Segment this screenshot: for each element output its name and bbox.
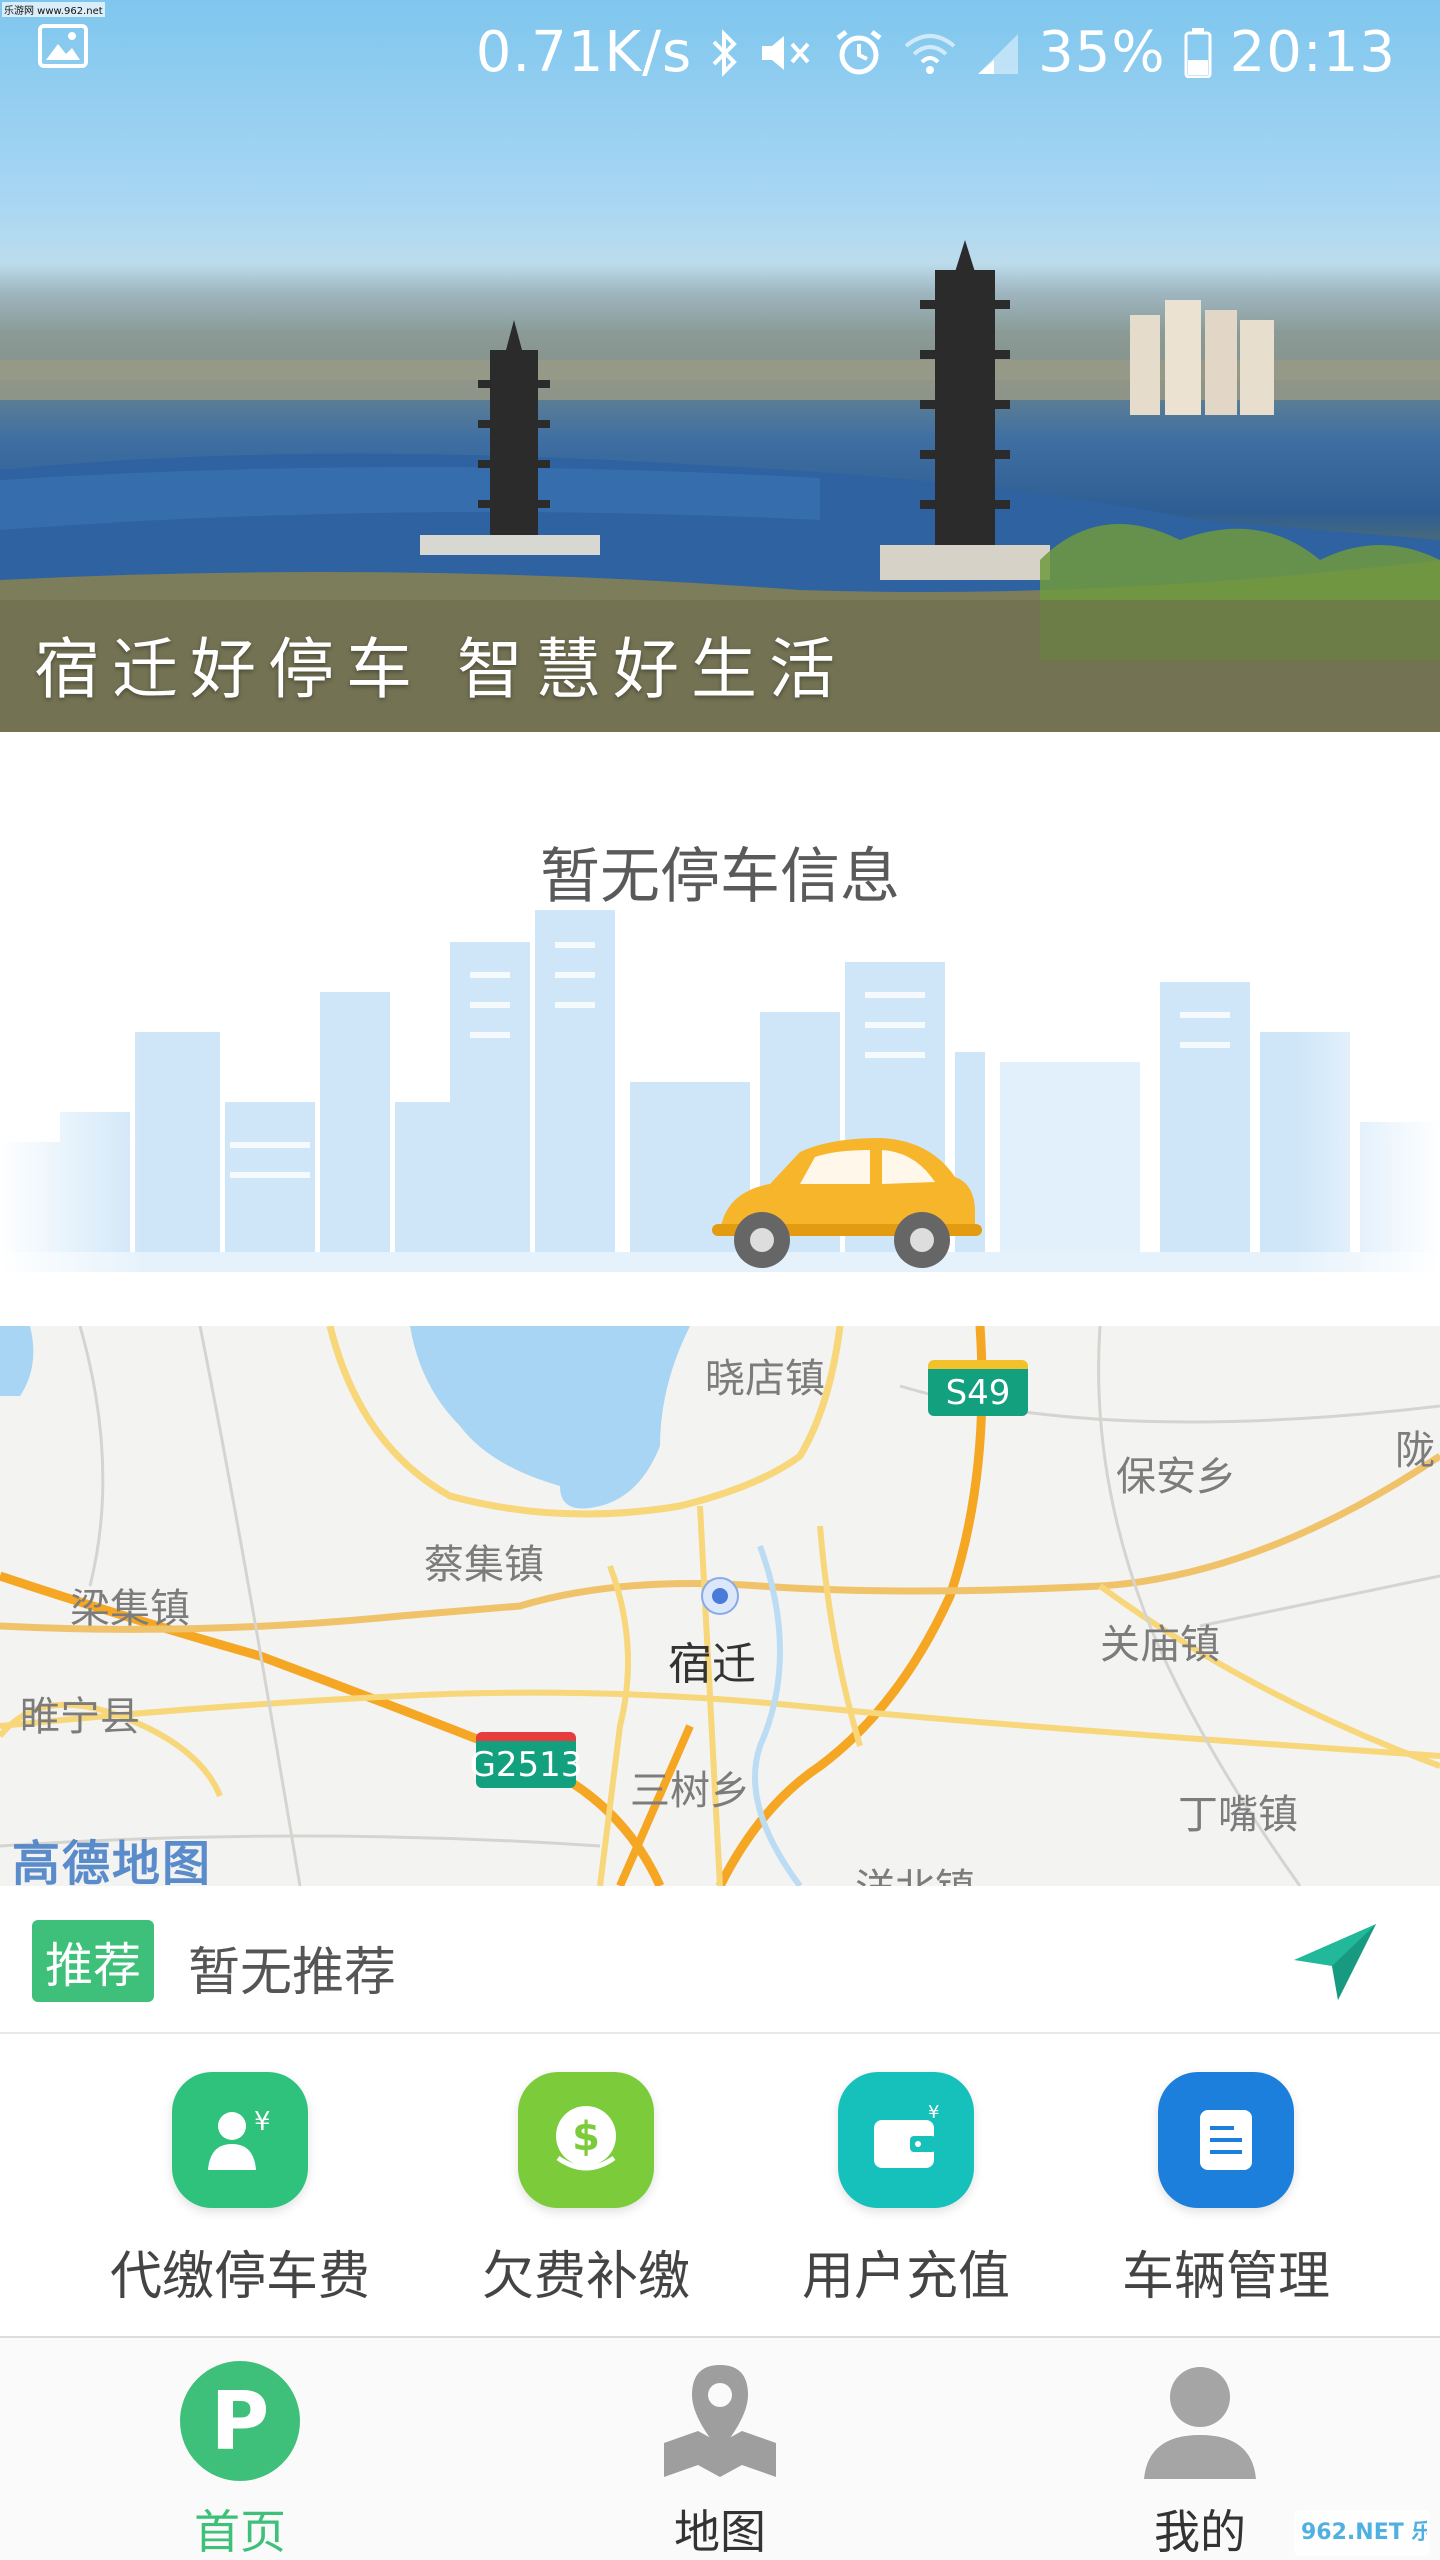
document-icon <box>1158 2072 1294 2208</box>
road-badge-g2513: G2513 <box>470 1732 582 1788</box>
map-label-sanshu: 三树乡 <box>630 1768 750 1814</box>
map-label-xiaodian: 晓店镇 <box>705 1356 825 1402</box>
map-label-baoan: 保安乡 <box>1116 1454 1236 1500</box>
watermark-bottom-right: 962.NET 乐游网 <box>1294 2510 1430 2556</box>
quick-actions: ¥ 代缴停车费 $ 欠费补缴 ¥ 用户充值 车辆管理 <box>0 2034 1440 2336</box>
amap-logo: 高德地图 <box>12 1836 213 1886</box>
user-icon <box>1135 2356 1265 2486</box>
tab-mine[interactable]: 我的 <box>1080 2356 1320 2560</box>
map-pin-icon <box>655 2356 785 2486</box>
action-label: 用户充值 <box>801 2247 1010 2307</box>
navigate-send-icon[interactable] <box>1290 1920 1380 2004</box>
tab-label: 首页 <box>194 2505 286 2559</box>
gallery-icon <box>38 24 88 68</box>
parking-status-section: 暂无停车信息 <box>0 732 1440 1326</box>
dollar-coin-icon: $ <box>518 2072 654 2208</box>
action-pay-parking[interactable]: ¥ 代缴停车费 <box>90 2072 390 2309</box>
action-label: 欠费补缴 <box>481 2247 690 2307</box>
map-label-suining: 睢宁县 <box>20 1694 140 1740</box>
svg-text:P: P <box>211 2375 270 2468</box>
status-time: 20:13 <box>1229 20 1396 85</box>
svg-text:¥: ¥ <box>254 2107 271 2137</box>
action-label: 代缴停车费 <box>109 2247 370 2307</box>
action-vehicle-management[interactable]: 车辆管理 <box>1076 2072 1376 2309</box>
parking-icon: P <box>175 2356 305 2486</box>
bottom-tab-bar: P 首页 地图 我的 962.NET 乐游网 <box>0 2336 1440 2560</box>
svg-text:¥: ¥ <box>928 2102 939 2123</box>
map-label-dingzui: 丁嘴镇 <box>1178 1792 1298 1838</box>
recommend-tag: 推荐 <box>32 1920 154 2002</box>
map-label-suqian: 宿迁 <box>668 1639 756 1690</box>
tab-label: 我的 <box>1154 2505 1246 2559</box>
map-view[interactable]: 晓店镇 S49 保安乡 陇 蔡集镇 梁集镇 宿迁 关庙镇 睢宁县 G2513 三… <box>0 1326 1440 1886</box>
signal-icon <box>976 30 1020 76</box>
action-arrears-payment[interactable]: $ 欠费补缴 <box>436 2072 736 2309</box>
battery-icon <box>1184 27 1212 78</box>
watermark-logo-text: 962.NET 乐游网 <box>1301 2519 1427 2545</box>
svg-text:$: $ <box>572 2114 600 2160</box>
map-label-caiji: 蔡集镇 <box>424 1542 544 1588</box>
road-badge-s49: S49 <box>928 1360 1028 1416</box>
wifi-icon <box>902 30 958 76</box>
user-yen-icon: ¥ <box>172 2072 308 2208</box>
network-speed: 0.71K/s <box>475 20 693 85</box>
recommend-bar[interactable]: 推荐 暂无推荐 <box>0 1886 1440 2034</box>
status-bar: 0.71K/s 35% 20:13 <box>0 14 1440 94</box>
bluetooth-icon <box>710 28 740 78</box>
action-label: 车辆管理 <box>1121 2247 1330 2307</box>
map-label-long: 陇 <box>1395 1428 1435 1474</box>
banner-image[interactable]: 乐游网 www.962.net 0.71K/s 35% 20:13 宿迁好停车 … <box>0 0 1440 732</box>
battery-percent: 35% <box>1038 20 1166 85</box>
tab-map[interactable]: 地图 <box>600 2356 840 2560</box>
map-label-liangji: 梁集镇 <box>70 1586 190 1632</box>
tab-home[interactable]: P 首页 <box>120 2356 360 2560</box>
mute-icon <box>758 30 816 76</box>
action-recharge[interactable]: ¥ 用户充值 <box>756 2072 1056 2309</box>
banner-caption: 宿迁好停车 智慧好生活 <box>34 631 847 708</box>
tab-label: 地图 <box>674 2505 766 2559</box>
wallet-icon: ¥ <box>838 2072 974 2208</box>
city-car-illustration <box>0 902 1440 1322</box>
current-location-pin <box>700 1576 740 1616</box>
recommend-text: 暂无推荐 <box>188 1943 397 2003</box>
alarm-icon <box>834 28 884 78</box>
map-label-yangbei: 洋北镇 <box>855 1856 975 1886</box>
map-label-guanmiao: 关庙镇 <box>1100 1622 1220 1668</box>
